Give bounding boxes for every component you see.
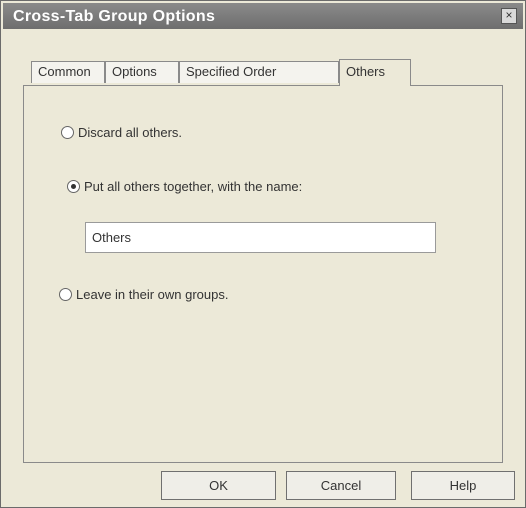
tab-common[interactable]: Common <box>31 61 105 83</box>
window-title: Cross-Tab Group Options <box>13 8 216 25</box>
tab-specified-order[interactable]: Specified Order <box>179 61 339 83</box>
cancel-button[interactable]: Cancel <box>286 471 396 500</box>
discard-radio[interactable] <box>61 126 74 139</box>
together-radio[interactable] <box>67 180 80 193</box>
leave-radio[interactable] <box>59 288 72 301</box>
tab-options[interactable]: Options <box>105 61 179 83</box>
tab-panel-others <box>23 85 503 463</box>
close-icon[interactable]: × <box>501 8 517 24</box>
others-name-input[interactable] <box>85 222 436 253</box>
title-bar: Cross-Tab Group Options × <box>3 3 523 29</box>
dialog-window: Cross-Tab Group Options × Common Options… <box>0 0 526 508</box>
together-option[interactable]: Put all others together, with the name: <box>67 179 302 194</box>
together-label: Put all others together, with the name: <box>84 179 303 194</box>
discard-label: Discard all others. <box>78 125 183 140</box>
tab-others[interactable]: Others <box>339 59 411 86</box>
leave-label: Leave in their own groups. <box>76 287 229 302</box>
ok-button[interactable]: OK <box>161 471 276 500</box>
leave-option[interactable]: Leave in their own groups. <box>59 287 228 302</box>
help-button[interactable]: Help <box>411 471 515 500</box>
discard-option[interactable]: Discard all others. <box>61 125 182 140</box>
